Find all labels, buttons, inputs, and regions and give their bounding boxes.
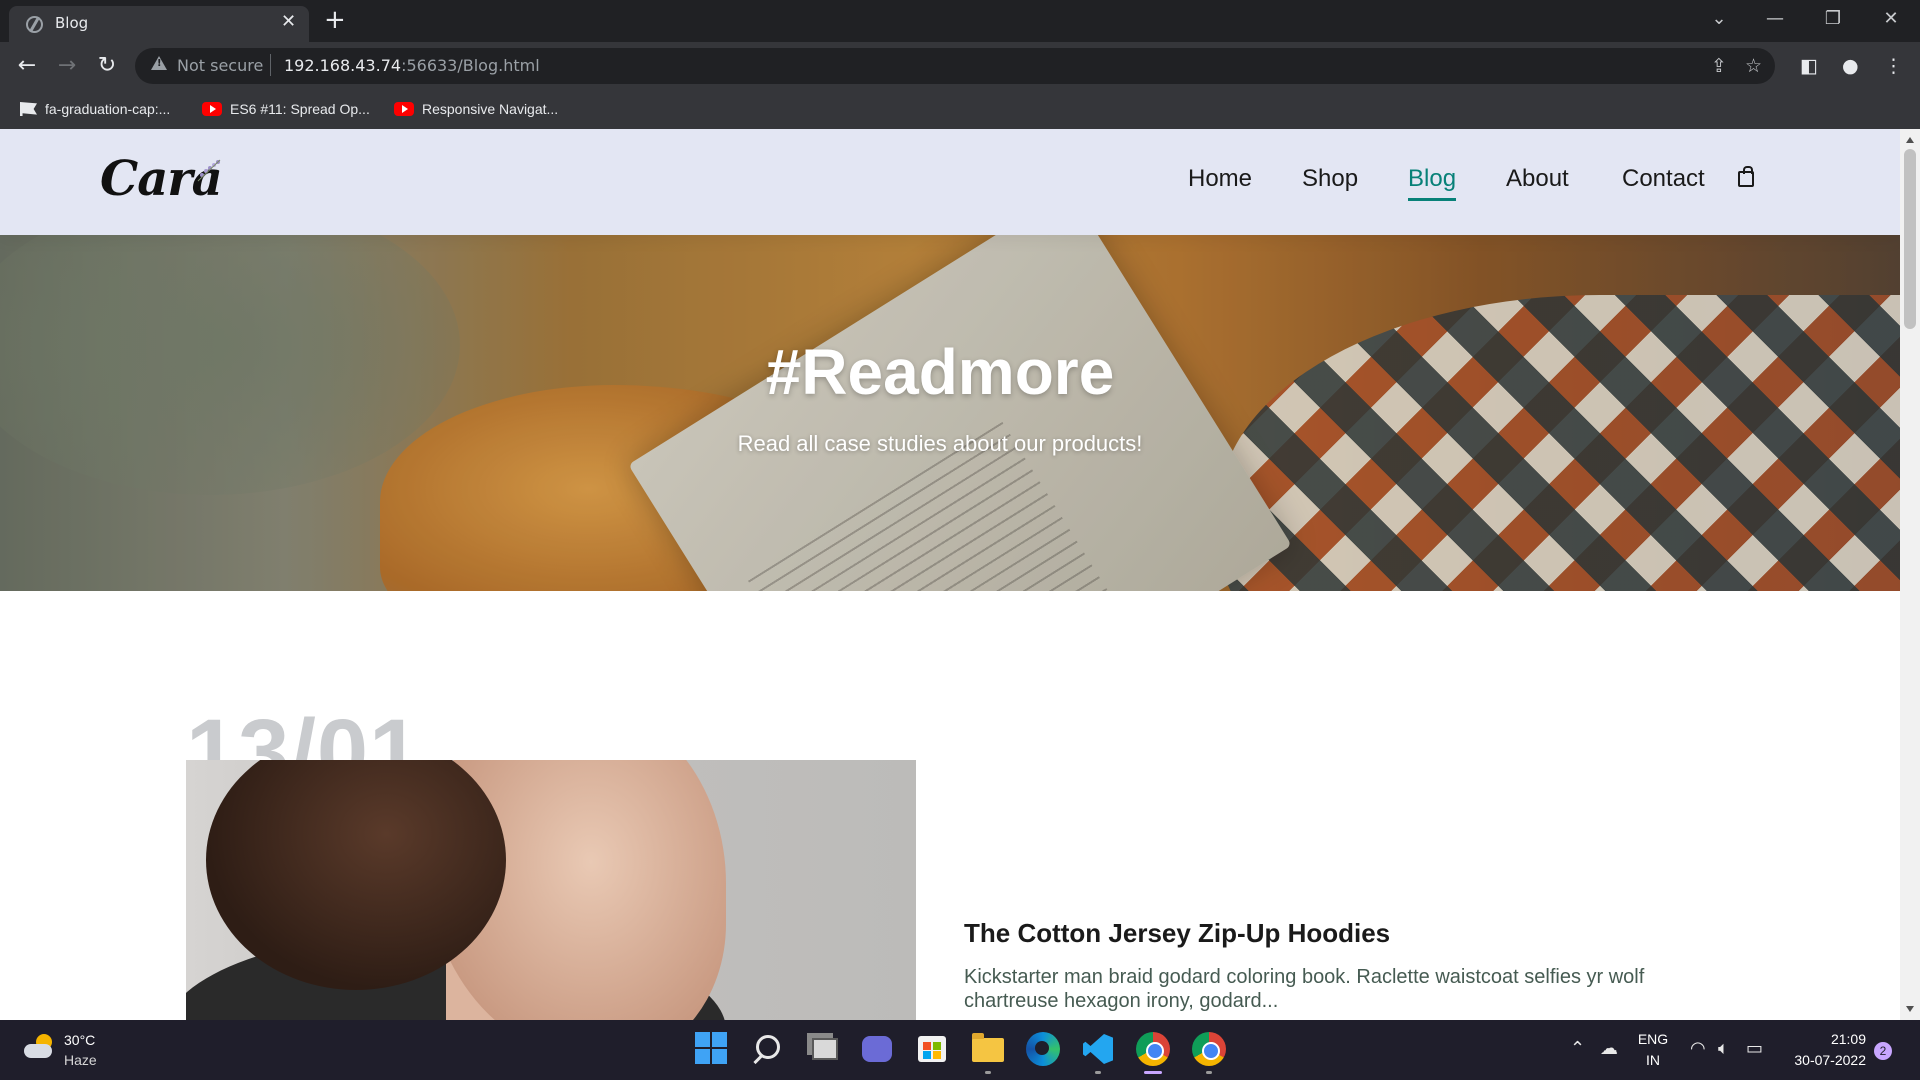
profile-icon[interactable]: ● — [1842, 53, 1859, 79]
star-icon[interactable]: ☆ — [1745, 54, 1762, 78]
vscode-icon[interactable] — [1083, 1034, 1113, 1064]
bookmark-item[interactable]: ES6 #11: Spread Op... — [202, 96, 370, 122]
divider — [270, 54, 271, 76]
hero-banner: #Readmore Read all case studies about ou… — [0, 235, 1900, 591]
nav-about[interactable]: About — [1506, 165, 1569, 193]
close-window-button[interactable]: ✕ — [1876, 6, 1906, 32]
scroll-down-icon[interactable] — [1906, 1006, 1914, 1012]
blog-post-excerpt: Kickstarter man braid godard coloring bo… — [964, 966, 1645, 1012]
scroll-up-icon[interactable] — [1906, 137, 1914, 143]
blog-post: 13/01 The Cotton Jersey Zip-Up Hoodies K… — [186, 706, 1686, 1020]
task-view-icon[interactable] — [812, 1038, 838, 1060]
windows-taskbar: 30°C Haze ⌃ ☁ ENG IN ◠ 🔈︎ ▭ 21:09 30-07-… — [0, 1020, 1920, 1080]
restore-button[interactable]: ❐ — [1818, 6, 1848, 32]
share-icon[interactable]: ⇪ — [1711, 54, 1727, 78]
new-tab-button[interactable]: + — [324, 5, 346, 35]
running-indicator — [985, 1071, 991, 1074]
active-indicator — [1144, 1071, 1162, 1074]
search-icon[interactable] — [756, 1035, 780, 1059]
language-indicator[interactable]: ENG — [1636, 1031, 1670, 1047]
url-text[interactable]: 192.168.43.74:56633/Blog.html — [284, 56, 540, 75]
site-header: Cara Home Shop Blog About Contact — [0, 129, 1900, 235]
hero-overlay — [0, 235, 1900, 591]
weather-icon[interactable] — [24, 1034, 56, 1060]
onedrive-cloud-icon[interactable]: ☁ — [1600, 1038, 1618, 1060]
bookmark-label: Responsive Navigat... — [422, 101, 559, 117]
hero-subtitle: Read all case studies about our products… — [737, 431, 1143, 456]
clock-time[interactable]: 21:09 — [1782, 1031, 1866, 1047]
chrome-profile-icon[interactable] — [1192, 1032, 1226, 1066]
hero-title: #Readmore — [765, 336, 1115, 408]
shopping-bag-icon[interactable] — [1738, 166, 1754, 187]
tab-search-button[interactable]: ⌄ — [1704, 6, 1734, 32]
url-path: :56633/Blog.html — [401, 56, 540, 75]
browser-tab[interactable]: Blog ✕ — [9, 6, 309, 42]
cloud-icon — [24, 1044, 52, 1058]
notification-badge[interactable]: 2 — [1874, 1042, 1892, 1060]
youtube-icon — [202, 102, 222, 116]
security-label[interactable]: Not secure — [177, 56, 263, 75]
bookmark-label: fa-graduation-cap:... — [45, 101, 171, 117]
youtube-icon — [394, 102, 414, 116]
tab-close-button[interactable]: ✕ — [281, 12, 296, 32]
blog-post-image — [186, 760, 916, 1020]
page-scrollbar[interactable] — [1900, 129, 1920, 1020]
running-indicator — [1095, 1071, 1101, 1074]
browser-toolbar: ← → ↻ Not secure 192.168.43.74:56633/Blo… — [0, 42, 1920, 90]
nav-contact[interactable]: Contact — [1622, 165, 1705, 193]
chrome-icon[interactable] — [1136, 1032, 1170, 1066]
url-host: 192.168.43.74 — [284, 56, 402, 75]
file-explorer-icon[interactable] — [972, 1033, 1004, 1062]
edge-browser-icon[interactable] — [1026, 1032, 1060, 1066]
running-indicator — [1206, 1071, 1212, 1074]
tab-title: Blog — [55, 14, 89, 32]
blog-post-title[interactable]: The Cotton Jersey Zip-Up Hoodies — [964, 918, 1390, 949]
weather-description[interactable]: Haze — [64, 1052, 97, 1068]
menu-icon[interactable]: ⋮ — [1884, 53, 1903, 79]
bookmark-item[interactable]: Responsive Navigat... — [394, 96, 558, 122]
bookmark-label: ES6 #11: Spread Op... — [230, 101, 370, 117]
nav-home[interactable]: Home — [1188, 165, 1252, 193]
bookmark-item[interactable]: fa-graduation-cap:... — [20, 96, 170, 122]
bookmarks-bar: fa-graduation-cap:... ES6 #11: Spread Op… — [0, 90, 1920, 129]
battery-icon[interactable]: ▭ — [1746, 1038, 1763, 1060]
globe-icon — [26, 16, 43, 33]
volume-icon[interactable]: 🔈︎ — [1718, 1038, 1729, 1060]
warning-icon[interactable] — [151, 56, 167, 70]
lavender-sprig-icon — [197, 159, 221, 182]
store-icon[interactable] — [918, 1036, 946, 1062]
nav-shop[interactable]: Shop — [1302, 165, 1358, 193]
region-indicator[interactable]: IN — [1636, 1052, 1670, 1068]
reload-icon[interactable]: ↻ — [92, 51, 122, 81]
chevron-up-icon[interactable]: ⌃ — [1570, 1038, 1585, 1060]
address-bar[interactable]: Not secure 192.168.43.74:56633/Blog.html… — [135, 48, 1775, 84]
back-arrow-icon[interactable]: ← — [12, 51, 42, 81]
nav-blog[interactable]: Blog — [1408, 165, 1457, 201]
wifi-icon[interactable]: ◠ — [1690, 1038, 1706, 1060]
flag-icon — [20, 102, 37, 116]
chat-icon[interactable] — [862, 1036, 892, 1062]
windows-start-icon[interactable] — [695, 1032, 729, 1066]
minimize-button[interactable]: — — [1760, 6, 1790, 32]
page-viewport: Cara Home Shop Blog About Contact #Readm… — [0, 129, 1900, 1020]
clock-date[interactable]: 30-07-2022 — [1782, 1052, 1866, 1068]
forward-arrow-icon[interactable]: → — [52, 51, 82, 81]
weather-temperature[interactable]: 30°C — [64, 1032, 95, 1048]
browser-tab-strip: Blog ✕ + ⌄ — ❐ ✕ — [0, 0, 1920, 42]
scroll-thumb[interactable] — [1904, 149, 1916, 329]
side-panel-icon[interactable]: ◧ — [1800, 53, 1818, 79]
